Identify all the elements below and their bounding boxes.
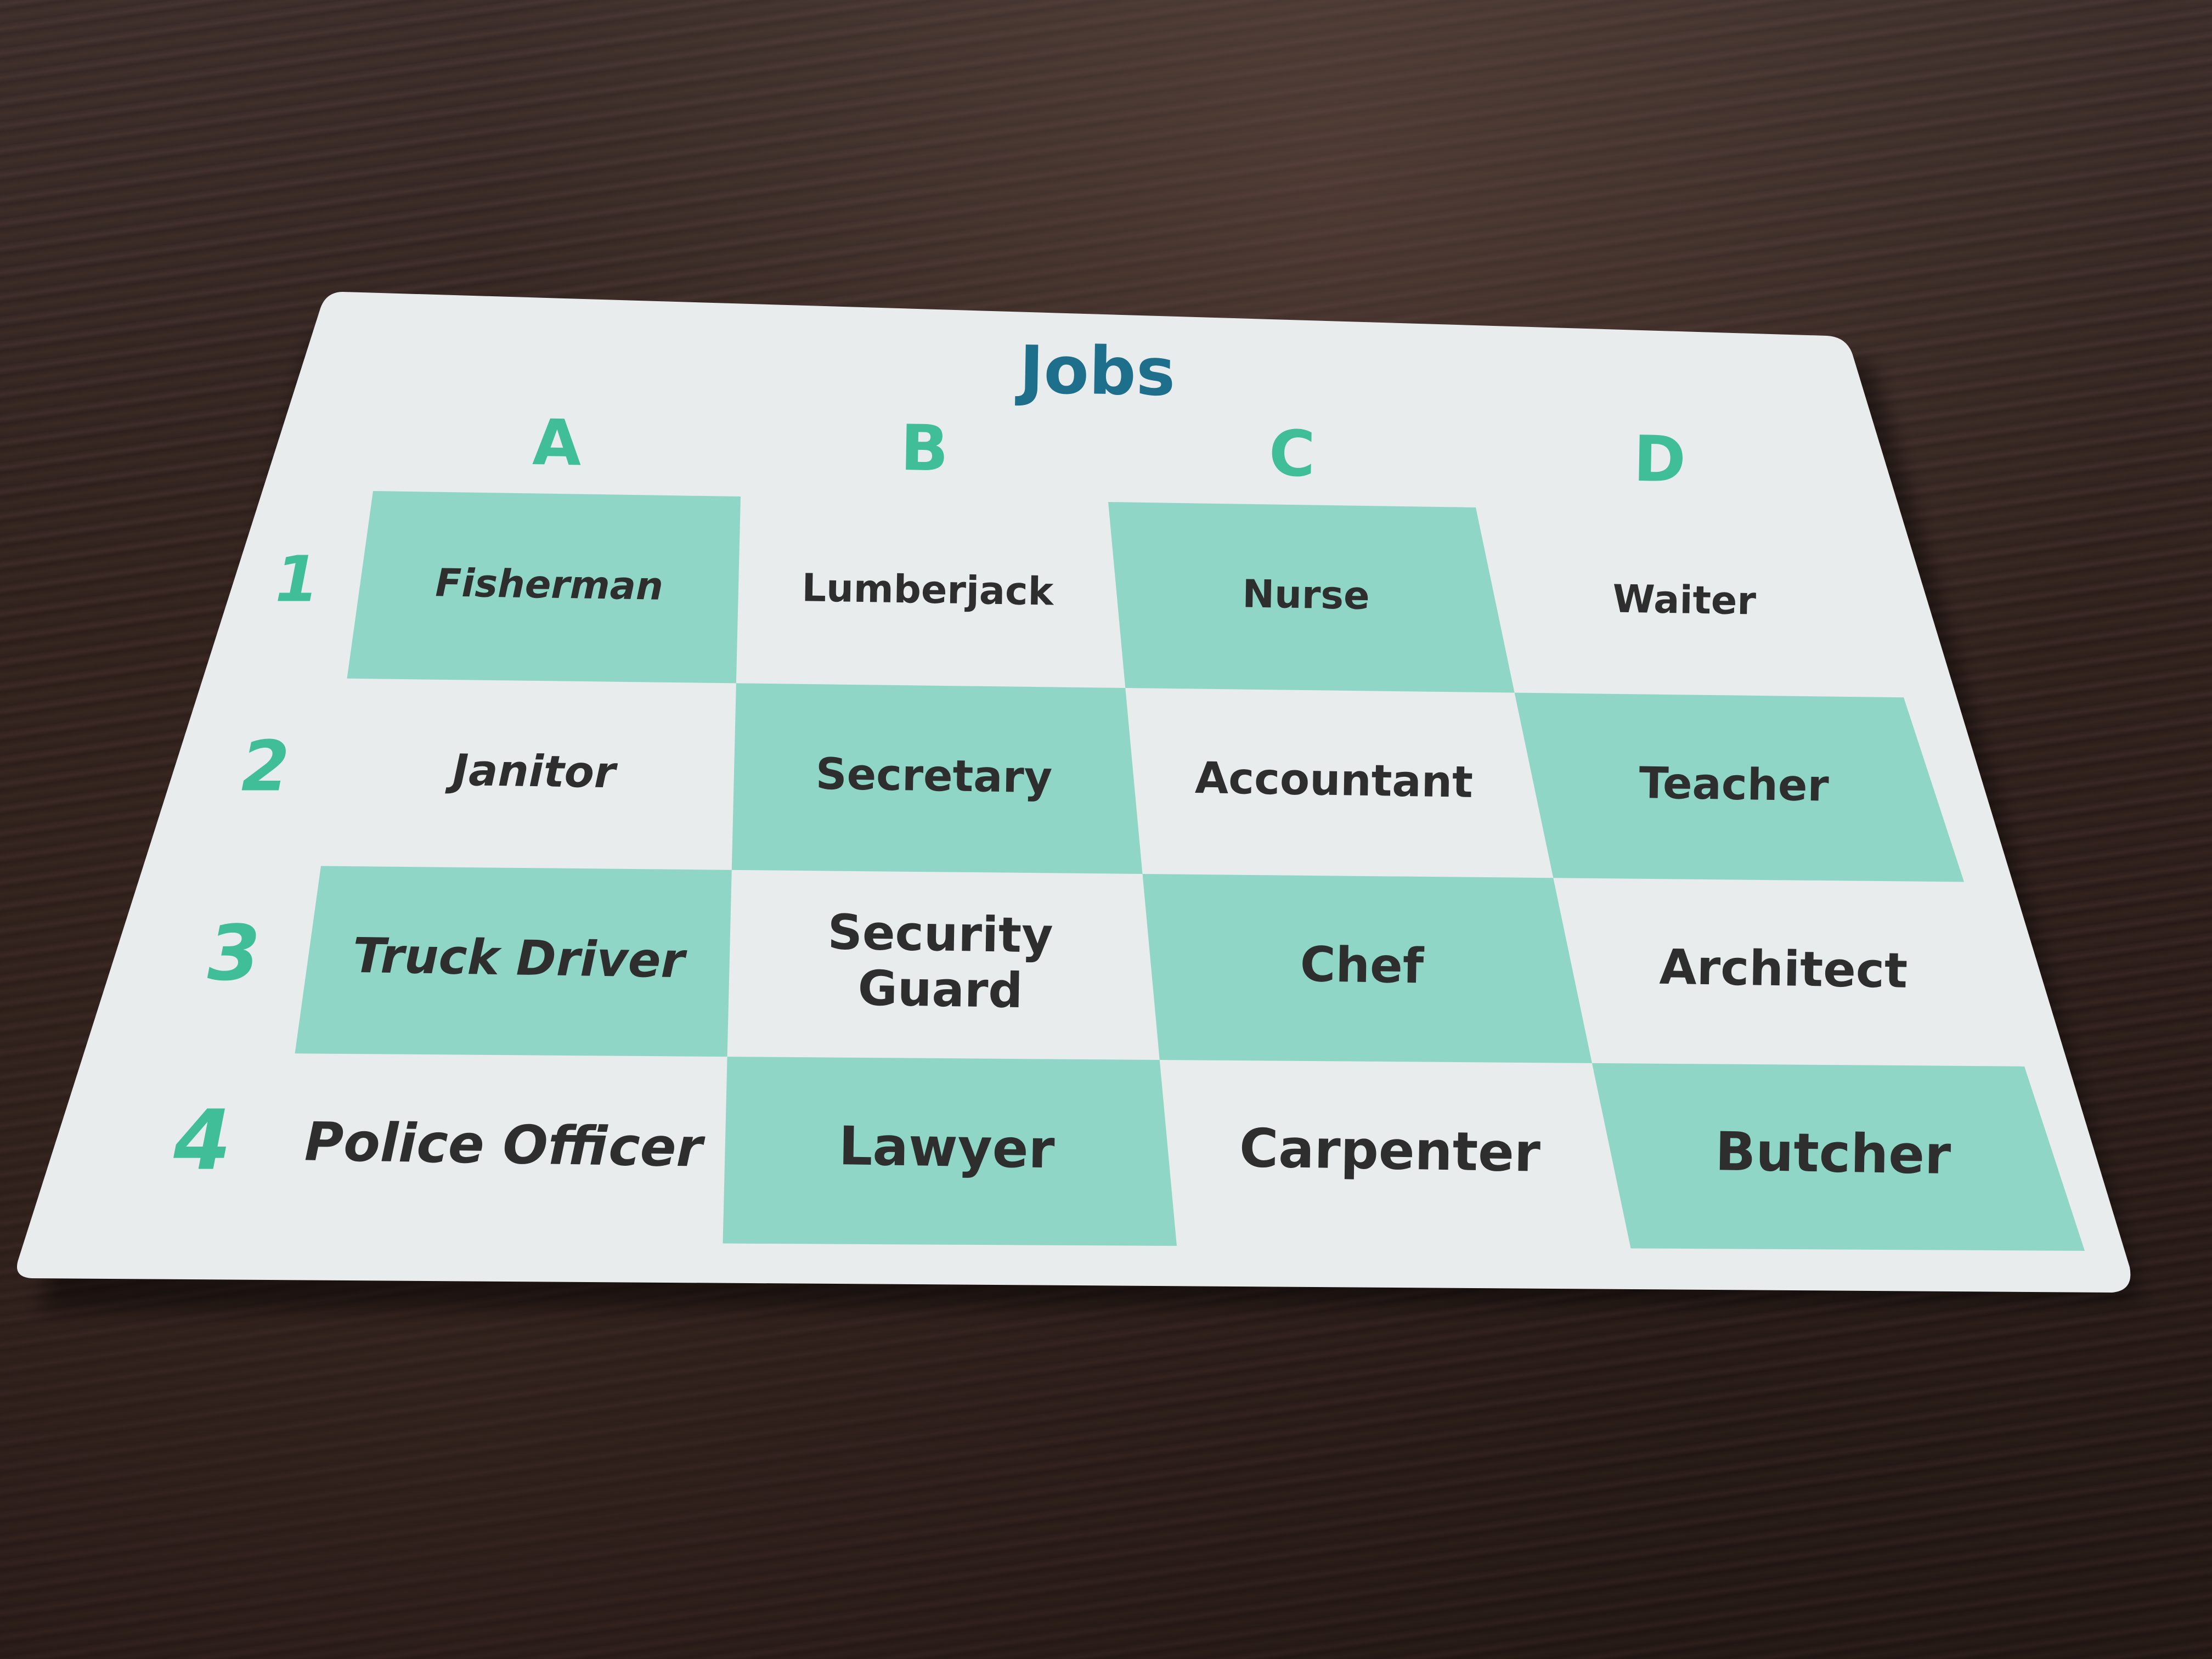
row-label: 4 — [173, 1092, 231, 1189]
cell-label: Janitor — [444, 745, 618, 798]
column-label: A — [532, 406, 582, 481]
cell-label: Truck Driver — [352, 927, 687, 989]
cell-label: Lumberjack — [802, 565, 1054, 614]
cell-label: Fisherman — [435, 560, 664, 609]
cell-label: Waiter — [1612, 576, 1757, 623]
cell-label: Secretary — [815, 749, 1053, 803]
column-label: D — [1633, 422, 1686, 497]
cell-label: Butcher — [1715, 1120, 1951, 1186]
cell-label: Police Officer — [304, 1110, 706, 1178]
column-label: C — [1268, 417, 1316, 491]
cell-label: Nurse — [1242, 571, 1370, 618]
cell-label: Chef — [1300, 936, 1425, 995]
row-label: 2 — [241, 725, 290, 806]
cell-label: Carpenter — [1239, 1117, 1541, 1184]
cell-label: Architect — [1659, 939, 1908, 999]
card-title: Jobs — [1015, 332, 1176, 411]
cell-label: Guard — [857, 960, 1023, 1019]
row-label: 3 — [207, 909, 261, 997]
cell-label: Teacher — [1639, 758, 1829, 811]
cell-label: Accountant — [1194, 753, 1473, 808]
column-label: B — [900, 411, 949, 486]
row-label: 1 — [275, 543, 319, 617]
cell-label: Security — [827, 904, 1053, 963]
job-card: Jobs A B C D 1 2 3 4 Fisherman Lumberjack Nurse Wait… — [0, 0, 2212, 1659]
cell-label: Lawyer — [838, 1115, 1056, 1180]
job-card-graphic: Jobs A B C D 1 2 3 4 Fisherman Lumberjack Nurse Wait… — [17, 292, 2140, 1311]
